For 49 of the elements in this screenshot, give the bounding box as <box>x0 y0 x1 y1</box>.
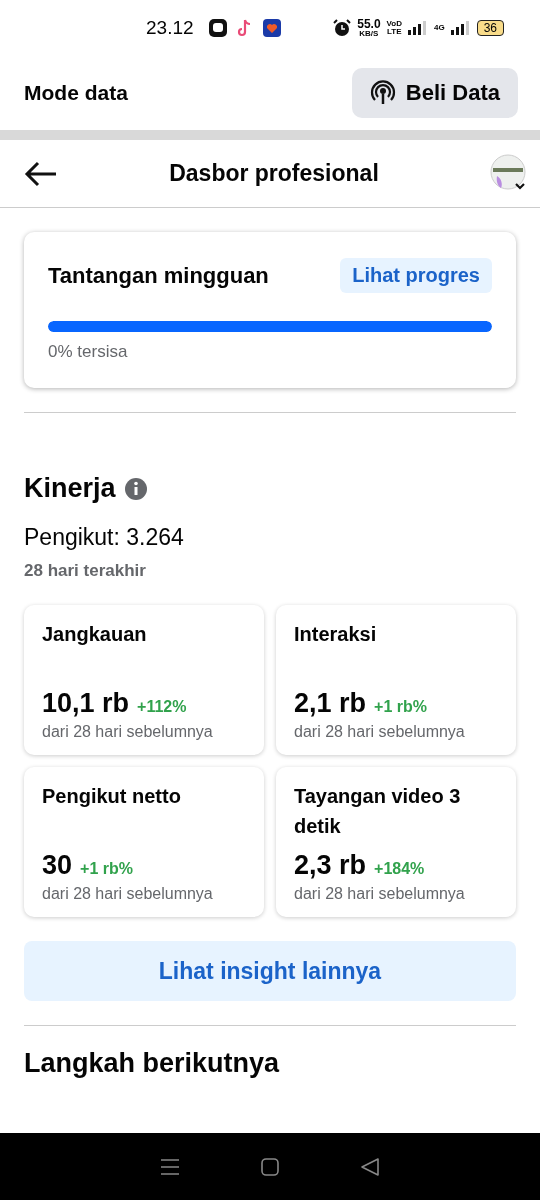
metric-value: 30 <box>42 850 73 881</box>
network-speed: 55.0 <box>357 17 381 30</box>
menu-icon[interactable] <box>160 1157 180 1176</box>
home-icon[interactable] <box>260 1156 280 1177</box>
alarm-icon <box>333 18 352 37</box>
back-icon[interactable] <box>360 1156 380 1177</box>
page-title: Dasbor profesional <box>169 160 379 187</box>
status-time: 23.12 <box>146 16 194 39</box>
metric-label: Jangkauan <box>42 622 148 647</box>
app-icon <box>207 17 228 38</box>
battery-indicator: 36 <box>476 19 504 36</box>
lte-label: LTE <box>387 27 402 36</box>
info-icon[interactable] <box>123 476 148 501</box>
challenge-title: Tantangan mingguan <box>48 262 269 289</box>
metric-value: 10,1 rb <box>42 688 130 719</box>
follower-count: Pengikut: 3.264 <box>24 524 185 551</box>
metric-value: 2,3 rb <box>294 850 367 881</box>
period-label: 28 hari terakhir <box>24 561 147 581</box>
signal-icon <box>407 20 428 35</box>
metric-card[interactable]: Pengikut netto 30 +1 rb% dari 28 hari sebelumnya <box>24 767 264 917</box>
buy-data-button[interactable]: Beli Data <box>351 67 518 118</box>
metric-note: dari 28 hari sebelumnya <box>42 723 214 741</box>
signal-icon <box>450 20 471 35</box>
metric-value: 2,1 rb <box>294 688 367 719</box>
vod-label: VoD <box>386 19 402 28</box>
metric-card[interactable]: Tayangan video 3 detik 2,3 rb +184% dari 28 hari sebelumnya <box>276 767 516 917</box>
metric-note: dari 28 hari sebelumnya <box>42 885 214 903</box>
metric-change: +1 rb% <box>374 698 427 716</box>
metric-note: dari 28 hari sebelumnya <box>294 885 466 903</box>
more-insights-button[interactable]: Lihat insight lainnya <box>24 941 516 1001</box>
progress-caption: 0% tersisa <box>48 342 129 362</box>
broadcast-icon <box>369 79 396 106</box>
metric-label: Interaksi <box>294 622 378 647</box>
heart-app-icon <box>261 17 282 38</box>
metric-change: +184% <box>374 860 425 878</box>
metric-change: +112% <box>137 698 187 716</box>
data-mode-title: Mode data <box>24 80 128 105</box>
view-progress-button[interactable]: Lihat progres <box>340 258 492 293</box>
metric-label: Pengikut netto <box>42 784 182 809</box>
metric-note: dari 28 hari sebelumnya <box>294 723 466 741</box>
back-button[interactable] <box>24 160 58 187</box>
network-type: 4G <box>433 23 445 32</box>
metric-change: +1 rb% <box>80 860 133 878</box>
metric-label: Tayangan video 3 detik <box>294 784 462 839</box>
section-title: Langkah berikutnya <box>24 1048 281 1079</box>
metric-card[interactable]: Jangkauan 10,1 rb +112% dari 28 hari sebelumnya <box>24 605 264 755</box>
section-title: Kinerja <box>24 473 116 504</box>
speed-unit: KB/S <box>359 29 379 38</box>
metric-card[interactable]: Interaksi 2,1 rb +1 rb% dari 28 hari sebelumnya <box>276 605 516 755</box>
